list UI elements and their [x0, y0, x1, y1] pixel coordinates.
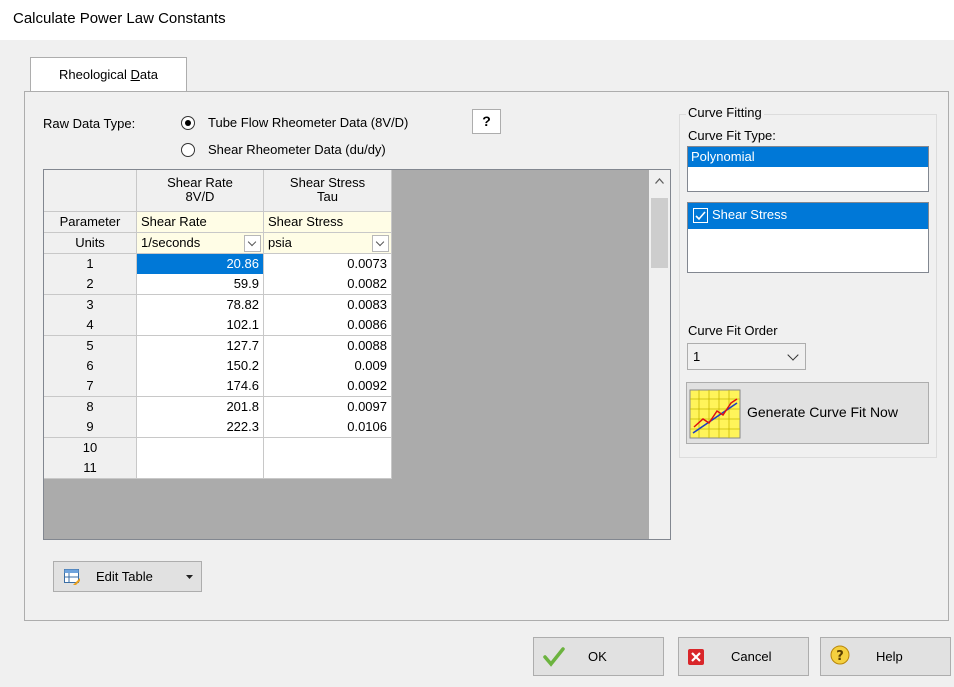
units-select-shear-rate[interactable]: 1/seconds — [137, 233, 264, 254]
cell-shear-stress[interactable]: 0.0106 — [264, 417, 392, 438]
cell-shear-stress[interactable]: 0.0097 — [264, 397, 392, 418]
row-header: 7 — [44, 376, 137, 397]
cell-shear-stress[interactable]: 0.0082 — [264, 274, 392, 295]
help-question-icon: ? — [830, 645, 850, 665]
chevron-down-icon[interactable] — [372, 235, 389, 252]
row-header: 10 — [44, 438, 137, 459]
svg-text:?: ? — [836, 649, 844, 664]
row-header: 3 — [44, 295, 137, 316]
row-header: 2 — [44, 274, 137, 295]
series-item-label: Shear Stress — [712, 207, 788, 222]
cell-shear-rate[interactable]: 59.9 — [137, 274, 264, 295]
col-header-shear-stress[interactable]: Shear Stress Tau — [264, 170, 392, 212]
grid-corner — [44, 170, 137, 212]
cell-shear-rate[interactable]: 20.86 — [137, 254, 264, 275]
cell-shear-stress[interactable] — [264, 458, 392, 479]
series-listbox[interactable]: Shear Stress — [687, 202, 929, 273]
cell-shear-rate[interactable]: 201.8 — [137, 397, 264, 418]
generate-curve-fit-button[interactable]: Generate Curve Fit Now — [686, 382, 929, 444]
radio-tube-flow[interactable] — [181, 116, 195, 130]
curve-fit-order-select[interactable]: 1 — [687, 343, 806, 370]
col-header-shear-rate-line2: 8V/D — [185, 189, 215, 204]
tab-label-accel: D — [130, 67, 140, 82]
col-header-shear-stress-line2: Tau — [317, 189, 338, 204]
radio-shear-rheometer-label[interactable]: Shear Rheometer Data (du/dy) — [208, 142, 386, 157]
series-item-shear-stress[interactable]: Shear Stress — [688, 203, 928, 229]
data-grid[interactable]: Shear Rate 8V/D Shear Stress Tau Paramet… — [43, 169, 671, 540]
curve-fitting-group-label: Curve Fitting — [686, 105, 764, 120]
ok-label: OK — [588, 649, 607, 664]
cell-shear-stress[interactable]: 0.0083 — [264, 295, 392, 316]
cell-shear-rate[interactable] — [137, 438, 264, 459]
row-header-units: Units — [44, 233, 137, 254]
row-header: 8 — [44, 397, 137, 418]
col-header-shear-stress-line1: Shear Stress — [289, 175, 366, 190]
cell-shear-stress[interactable]: 0.0073 — [264, 254, 392, 275]
curve-fit-type-label: Curve Fit Type: — [688, 128, 776, 143]
edit-table-label: Edit Table — [96, 569, 153, 584]
table-edit-icon — [64, 569, 80, 585]
close-icon — [688, 649, 704, 665]
cancel-button[interactable]: Cancel — [678, 637, 809, 676]
cell-shear-rate[interactable]: 78.82 — [137, 295, 264, 316]
units-select-shear-stress[interactable]: psia — [264, 233, 392, 254]
tab-label-post: ata — [139, 67, 158, 82]
ok-button[interactable]: OK — [533, 637, 664, 676]
param-cell-shear-rate[interactable]: Shear Rate — [137, 212, 264, 233]
cell-shear-stress[interactable]: 0.0088 — [264, 336, 392, 357]
row-header: 11 — [44, 458, 137, 479]
help-button[interactable]: ? Help — [820, 637, 951, 676]
chevron-down-icon — [787, 349, 799, 361]
raw-data-type-label: Raw Data Type: — [43, 116, 136, 131]
param-cell-shear-stress[interactable]: Shear Stress — [264, 212, 392, 233]
window-title: Calculate Power Law Constants — [13, 10, 226, 27]
row-header-parameter: Parameter — [44, 212, 137, 233]
cell-shear-rate[interactable]: 102.1 — [137, 315, 264, 336]
row-header: 4 — [44, 315, 137, 336]
scrollbar-thumb[interactable] — [651, 198, 668, 268]
units-shear-stress-value: psia — [268, 235, 292, 250]
curve-fit-order-label: Curve Fit Order — [688, 323, 778, 338]
cell-shear-stress[interactable]: 0.0092 — [264, 376, 392, 397]
tab-rheological-data[interactable]: Rheological Data — [30, 57, 187, 92]
cell-shear-stress[interactable] — [264, 438, 392, 459]
cell-shear-rate[interactable]: 150.2 — [137, 356, 264, 377]
generate-curve-fit-label: Generate Curve Fit Now — [747, 404, 898, 420]
cell-shear-stress[interactable]: 0.0086 — [264, 315, 392, 336]
cell-shear-rate[interactable]: 127.7 — [137, 336, 264, 357]
row-header: 6 — [44, 356, 137, 377]
cell-shear-rate[interactable] — [137, 458, 264, 479]
curve-fit-type-selected[interactable]: Polynomial — [688, 147, 928, 167]
help-question-button[interactable]: ? — [472, 109, 501, 134]
col-header-shear-rate-line1: Shear Rate — [167, 175, 233, 190]
scroll-up-icon[interactable] — [655, 178, 664, 184]
chart-icon — [689, 389, 741, 439]
row-header: 5 — [44, 336, 137, 357]
col-header-shear-rate[interactable]: Shear Rate 8V/D — [137, 170, 264, 212]
curve-fit-type-listbox[interactable]: Polynomial — [687, 146, 929, 192]
chevron-down-icon[interactable] — [244, 235, 261, 252]
radio-tube-flow-label[interactable]: Tube Flow Rheometer Data (8V/D) — [208, 115, 408, 130]
edit-table-button[interactable]: Edit Table — [53, 561, 202, 592]
units-shear-rate-value: 1/seconds — [141, 235, 201, 250]
help-label: Help — [876, 649, 903, 664]
tab-label-pre: Rheological — [58, 67, 131, 82]
radio-shear-rheometer[interactable] — [181, 143, 195, 157]
grid-vertical-scrollbar[interactable] — [649, 170, 670, 539]
checkbox-checked-icon[interactable] — [693, 208, 708, 223]
cell-shear-rate[interactable]: 174.6 — [137, 376, 264, 397]
cancel-label: Cancel — [731, 649, 772, 664]
row-header: 9 — [44, 417, 137, 438]
checkmark-icon — [543, 647, 565, 667]
dropdown-arrow-icon — [186, 575, 193, 579]
row-header: 1 — [44, 254, 137, 275]
cell-shear-rate[interactable]: 222.3 — [137, 417, 264, 438]
curve-fit-order-value: 1 — [693, 349, 701, 364]
cell-shear-stress[interactable]: 0.009 — [264, 356, 392, 377]
